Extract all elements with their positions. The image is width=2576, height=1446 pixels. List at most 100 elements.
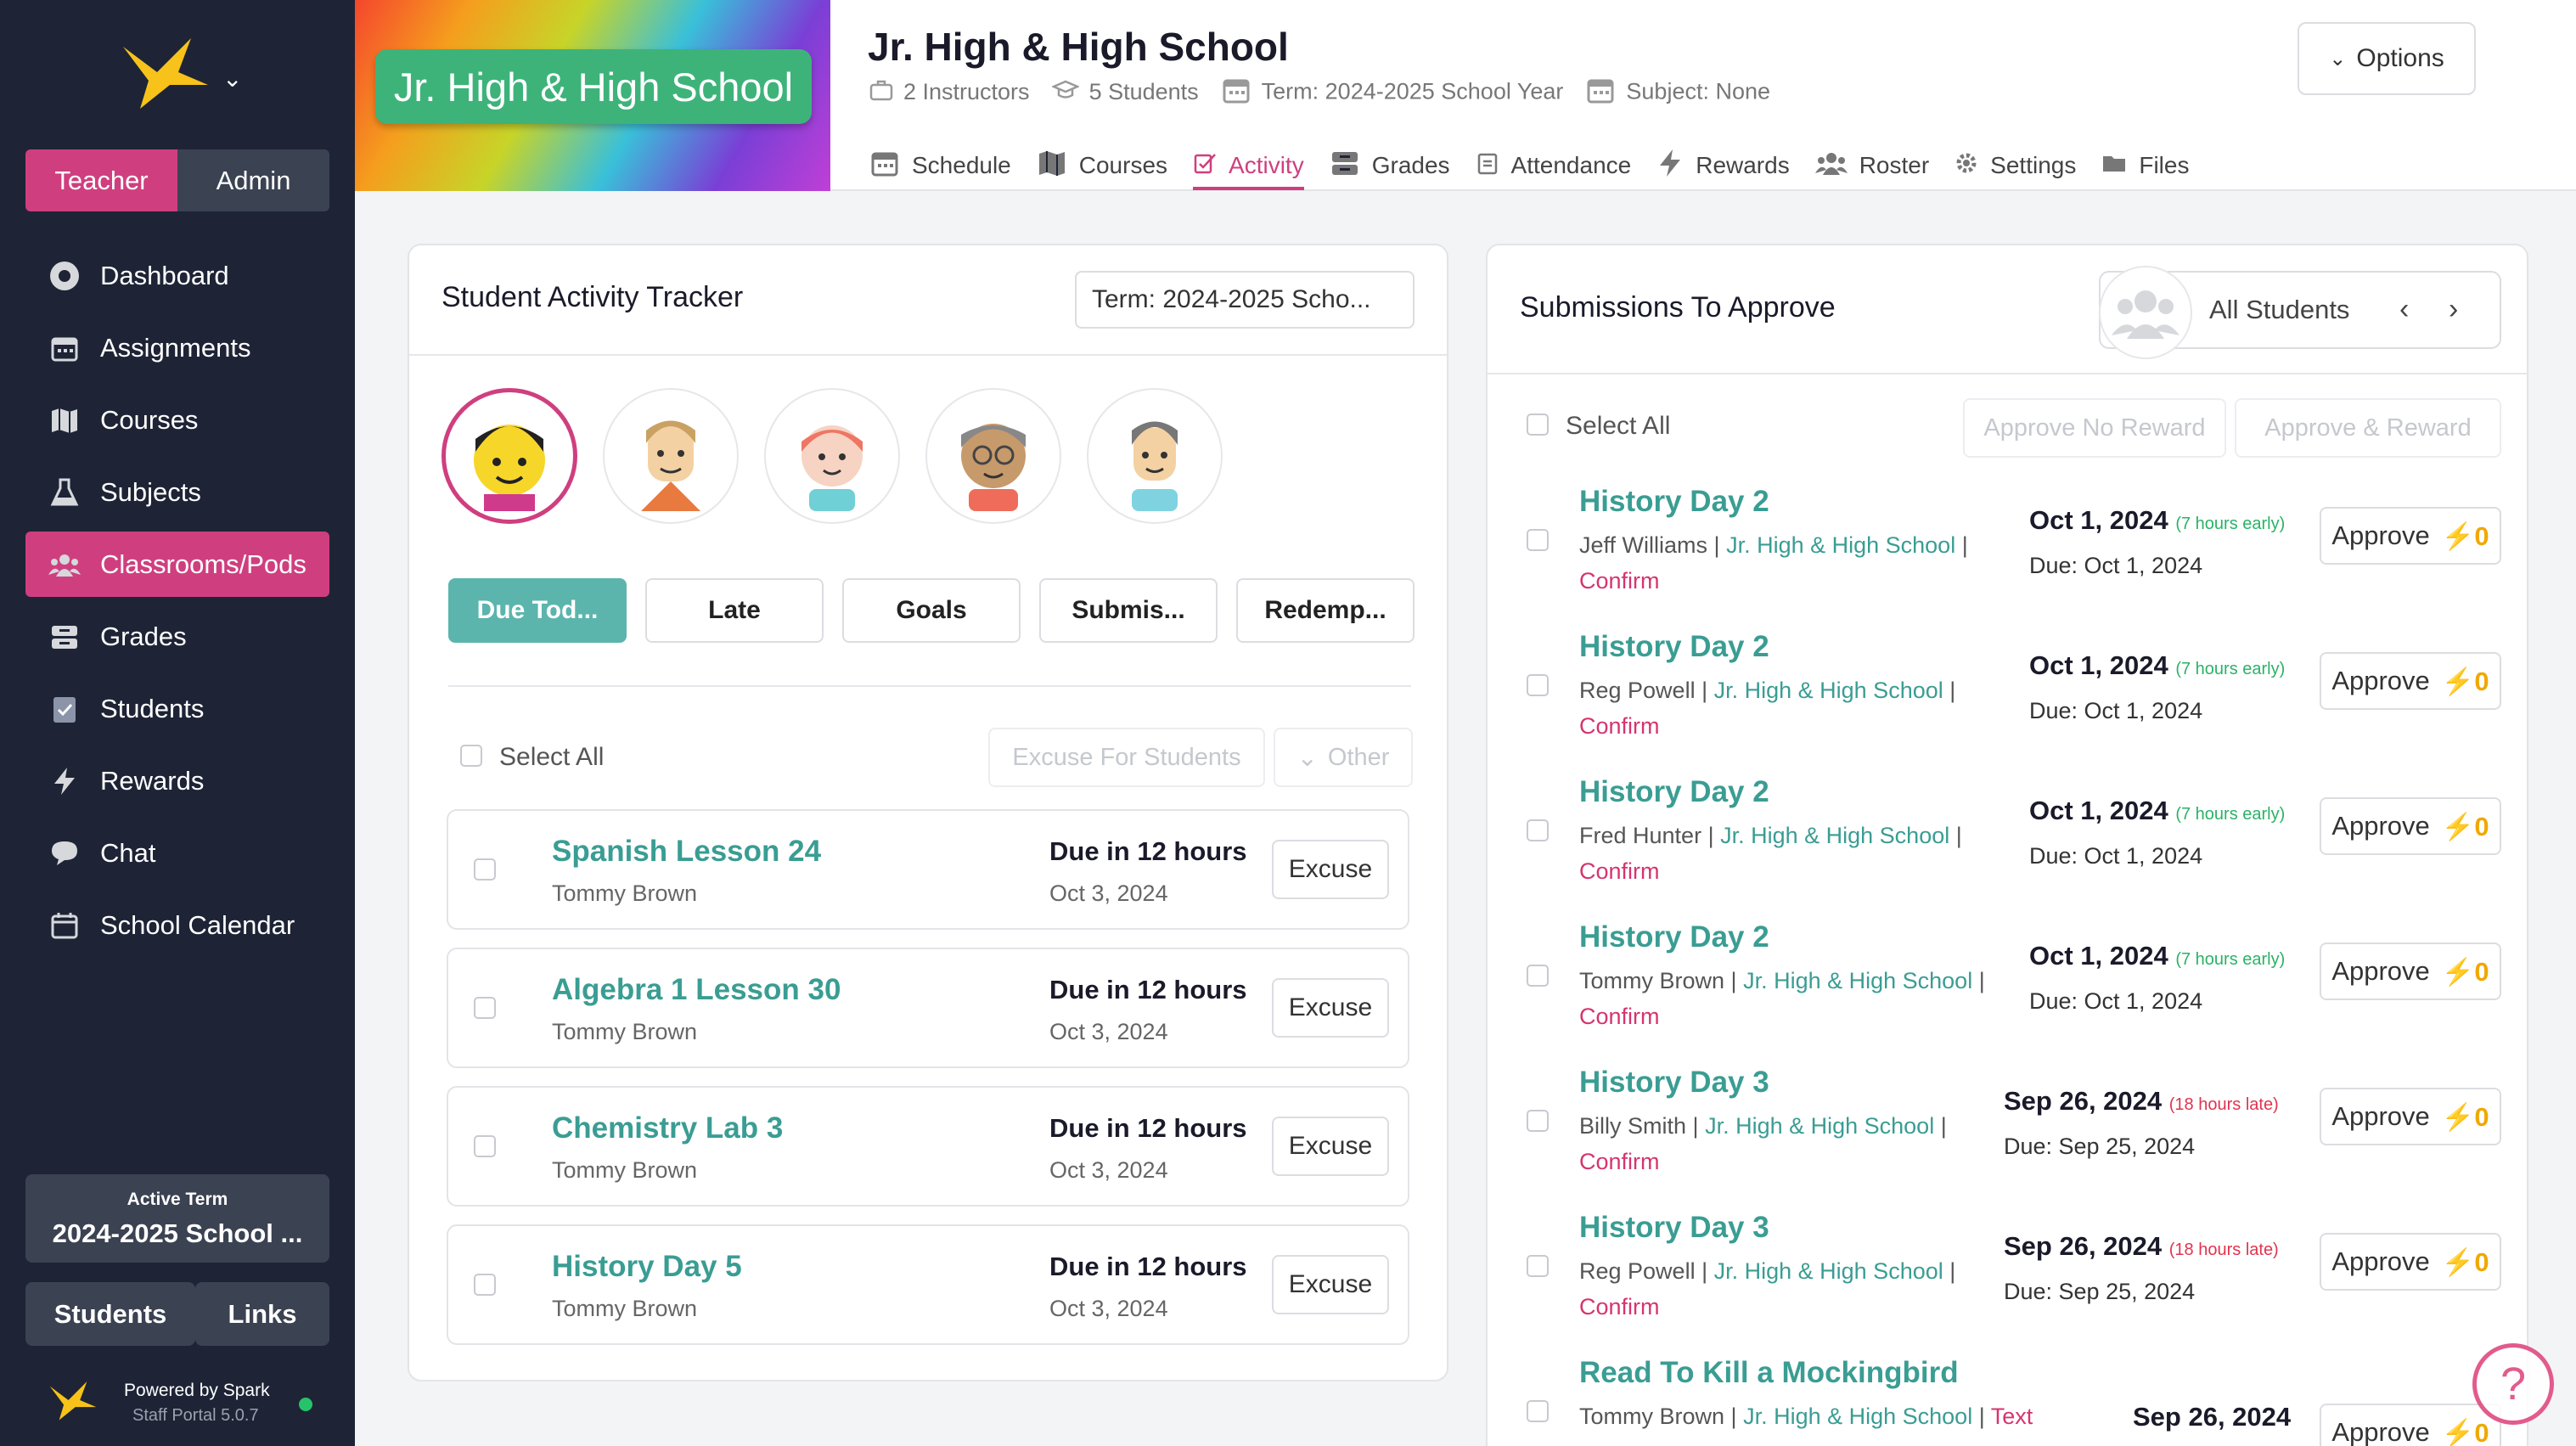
submission-title[interactable]: History Day 3 xyxy=(1579,1066,1769,1100)
tab-attendance[interactable]: Attendance xyxy=(1476,141,1631,190)
activity-item[interactable]: Chemistry Lab 3 Tommy Brown Due in 12 hour… xyxy=(447,1086,1409,1207)
all-students-filter[interactable]: All Students ‹ › xyxy=(2099,266,2501,359)
approve-button[interactable]: Approve ⚡0 xyxy=(2320,652,2501,710)
tab-courses[interactable]: Courses xyxy=(1037,141,1167,190)
submission-status[interactable]: Confirm xyxy=(1579,1294,1660,1320)
submission-checkbox[interactable] xyxy=(1527,674,1549,696)
excuse-button[interactable]: Excuse xyxy=(1272,1255,1389,1314)
approve-button[interactable]: Approve ⚡0 xyxy=(2320,1233,2501,1291)
tab-settings[interactable]: Settings xyxy=(1954,141,2076,190)
help-button[interactable]: ? xyxy=(2472,1343,2554,1425)
submission-title[interactable]: History Day 2 xyxy=(1579,630,1769,664)
active-term-box[interactable]: Active Term 2024-2025 School ... xyxy=(25,1174,329,1263)
student-avatar[interactable] xyxy=(603,388,739,524)
reward-points: ⚡0 xyxy=(2442,1417,2489,1446)
filter-late-button[interactable]: Late xyxy=(645,578,824,643)
options-button[interactable]: ⌄ Options xyxy=(2298,22,2476,95)
approve-button[interactable]: Approve ⚡0 xyxy=(2320,1404,2501,1446)
submission-info: Fred Hunter | Jr. High & High School | xyxy=(1579,823,1962,848)
submission-checkbox[interactable] xyxy=(1527,1110,1549,1132)
excuse-button[interactable]: Excuse xyxy=(1272,978,1389,1038)
student-avatar[interactable] xyxy=(925,388,1061,524)
teacher-role-button[interactable]: Teacher xyxy=(25,149,177,211)
activity-checkbox[interactable] xyxy=(474,858,496,881)
submission-checkbox[interactable] xyxy=(1527,1255,1549,1277)
filter-submis-button[interactable]: Submis... xyxy=(1039,578,1218,643)
submission-class[interactable]: Jr. High & High School xyxy=(1705,1113,1934,1139)
sidebar-item-chat[interactable]: Chat xyxy=(25,820,329,886)
submission-class[interactable]: Jr. High & High School xyxy=(1714,1258,1943,1284)
approve-button[interactable]: Approve ⚡0 xyxy=(2320,507,2501,565)
sidebar-item-grades[interactable]: Grades xyxy=(25,604,329,669)
filter-goals-button[interactable]: Goals xyxy=(842,578,1021,643)
activity-item[interactable]: History Day 5 Tommy Brown Due in 12 hours O… xyxy=(447,1224,1409,1345)
admin-role-button[interactable]: Admin xyxy=(177,149,329,211)
approve-and-reward-button[interactable]: Approve & Reward xyxy=(2235,398,2501,458)
activity-checkbox[interactable] xyxy=(474,1274,496,1296)
filter-due-tod-button[interactable]: Due Tod... xyxy=(448,578,627,643)
activity-checkbox[interactable] xyxy=(474,997,496,1019)
submission-title[interactable]: History Day 2 xyxy=(1579,485,1769,519)
submission-checkbox[interactable] xyxy=(1527,965,1549,987)
approve-button[interactable]: Approve ⚡0 xyxy=(2320,942,2501,1000)
chevron-down-icon[interactable]: ⌄ xyxy=(222,65,242,93)
sidebar-item-classrooms-pods[interactable]: Classrooms/Pods xyxy=(25,532,329,597)
sidebar-item-students[interactable]: Students xyxy=(25,676,329,741)
sidebar-item-assignments[interactable]: Assignments xyxy=(25,315,329,380)
submission-status[interactable]: Confirm xyxy=(1579,1004,1660,1030)
tab-grades[interactable]: Grades xyxy=(1330,141,1450,190)
submission-class[interactable]: Jr. High & High School xyxy=(1714,678,1943,703)
student-avatar[interactable] xyxy=(1087,388,1223,524)
activity-item[interactable]: Algebra 1 Lesson 30 Tommy Brown Due in 12 … xyxy=(447,948,1409,1068)
students-button[interactable]: Students xyxy=(25,1282,195,1346)
sidebar-item-subjects[interactable]: Subjects xyxy=(25,459,329,525)
select-all-checkbox[interactable] xyxy=(1527,414,1549,436)
submission-status[interactable]: Confirm xyxy=(1579,713,1660,740)
submission-title[interactable]: Read To Kill a Mockingbird xyxy=(1579,1356,1959,1390)
other-dropdown[interactable]: ⌄ Other xyxy=(1274,728,1413,787)
submission-status[interactable]: Text xyxy=(1991,1404,2033,1429)
activity-checkbox[interactable] xyxy=(474,1135,496,1157)
tab-activity[interactable]: Activity xyxy=(1193,141,1304,190)
sidebar-item-school-calendar[interactable]: School Calendar xyxy=(25,892,329,958)
tab-rewards[interactable]: Rewards xyxy=(1656,141,1790,190)
submission-checkbox[interactable] xyxy=(1527,819,1549,841)
excuse-button[interactable]: Excuse xyxy=(1272,1117,1389,1176)
term-select[interactable]: Term: 2024-2025 Scho... xyxy=(1075,271,1415,329)
select-all-checkbox[interactable] xyxy=(460,745,482,767)
submission-title[interactable]: History Day 2 xyxy=(1579,775,1769,809)
excuse-for-students-button[interactable]: Excuse For Students xyxy=(988,728,1265,787)
chevron-left-icon[interactable]: ‹ xyxy=(2399,293,2409,326)
tab-schedule[interactable]: Schedule xyxy=(869,141,1011,190)
submission-class[interactable]: Jr. High & High School xyxy=(1743,968,1972,993)
submission-class[interactable]: Jr. High & High School xyxy=(1743,1404,1972,1429)
submission-class[interactable]: Jr. High & High School xyxy=(1726,532,1955,558)
sidebar-item-rewards[interactable]: Rewards xyxy=(25,748,329,813)
student-avatar[interactable] xyxy=(442,388,577,524)
excuse-button[interactable]: Excuse xyxy=(1272,840,1389,899)
filter-redemp-button[interactable]: Redemp... xyxy=(1236,578,1415,643)
approve-button[interactable]: Approve ⚡0 xyxy=(2320,797,2501,855)
approve-button[interactable]: Approve ⚡0 xyxy=(2320,1088,2501,1145)
submission-checkbox[interactable] xyxy=(1527,529,1549,551)
submission-info: Billy Smith | Jr. High & High School | xyxy=(1579,1113,1947,1139)
reward-points-value: 0 xyxy=(2474,1101,2489,1132)
sidebar-item-courses[interactable]: Courses xyxy=(25,387,329,453)
student-avatar[interactable] xyxy=(764,388,900,524)
submission-title[interactable]: History Day 2 xyxy=(1579,920,1769,954)
folder-icon xyxy=(2101,152,2127,180)
submission-checkbox[interactable] xyxy=(1527,1400,1549,1422)
submission-class[interactable]: Jr. High & High School xyxy=(1720,823,1949,848)
tab-roster[interactable]: Roster xyxy=(1814,141,1929,190)
spark-logo-icon[interactable] xyxy=(119,34,212,110)
submission-status[interactable]: Confirm xyxy=(1579,1149,1660,1175)
submission-status[interactable]: Confirm xyxy=(1579,858,1660,885)
tab-files[interactable]: Files xyxy=(2101,141,2189,190)
submission-title[interactable]: History Day 3 xyxy=(1579,1211,1769,1245)
submission-status[interactable]: Confirm xyxy=(1579,568,1660,594)
activity-item[interactable]: Spanish Lesson 24 Tommy Brown Due in 12 ho… xyxy=(447,809,1409,930)
approve-no-reward-button[interactable]: Approve No Reward xyxy=(1963,398,2226,458)
links-button[interactable]: Links xyxy=(195,1282,329,1346)
sidebar-item-dashboard[interactable]: Dashboard xyxy=(25,243,329,308)
chevron-right-icon[interactable]: › xyxy=(2449,293,2458,326)
